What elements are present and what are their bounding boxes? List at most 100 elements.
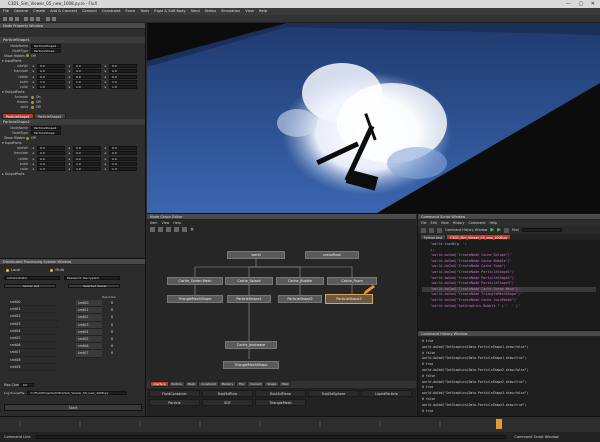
node-sceneroot[interactable]: sceneRoot [305,251,359,259]
value-field-y[interactable]: 1.0 [73,161,101,166]
tool-icon[interactable] [421,227,426,233]
tool-icon[interactable] [158,227,163,232]
server-list-item[interactable]: smt02 [8,313,58,321]
toolbar-icons[interactable] [0,15,300,23]
menu-item[interactable]: Connect [82,8,97,15]
server-list-item[interactable]: smt06 [8,342,58,350]
window-controls[interactable]: — ▢ ✕ [566,0,598,8]
selected-server-item[interactable]: smt06 8 [76,343,136,351]
menu-item[interactable]: Add & Connect [50,8,77,15]
tool-icon[interactable] [166,227,171,232]
script-menu-item[interactable]: File [421,220,427,226]
server-list-header[interactable]: Server List [4,284,56,288]
graph-menu-item[interactable]: Item [150,220,158,226]
selected-server-item[interactable]: smt00 8 [76,300,136,308]
palette-tab[interactable]: Memory [218,381,237,387]
palette-node-button[interactable]: fluid3dPlane [255,390,306,397]
menu-item[interactable]: View [245,8,254,15]
value-field-y[interactable]: 0.0 [73,151,101,156]
selected-server-item[interactable]: smt05 8 [76,335,136,344]
value-field-x[interactable]: 0.0 [37,74,65,79]
palette-tab[interactable]: File [236,381,247,387]
value-field-z[interactable]: 0.0 [109,74,137,79]
script-editor[interactable]: 'world.loadArg '; ); 'world.doCmd("Creat… [418,240,600,311]
menu-item[interactable]: Rigid & Soft Body [154,8,185,15]
menu-item[interactable]: File [3,8,9,15]
find-input[interactable] [521,228,562,232]
value-field-x[interactable]: 1.0 [37,84,65,89]
node-world[interactable]: world [227,251,285,259]
menu-item[interactable]: Tools [140,8,149,15]
node2-output-ports-header[interactable]: ▸ OutputPorts [0,172,145,177]
run-icon[interactable]: ▶ [490,227,494,233]
selected-server-header[interactable]: Selected Server [68,284,120,288]
tab-particleshape2[interactable]: ParticleShape2 [33,113,66,120]
simulation-render[interactable] [147,23,600,213]
value-field-z[interactable]: 0.0 [109,146,137,151]
multi-radio[interactable]: Multi [50,268,64,272]
value-field-x[interactable]: 0.0 [37,64,65,69]
server-list-item[interactable]: smt05 [8,335,58,343]
value-field-x[interactable]: 0.0 [37,146,65,151]
admin-field[interactable]: administrator [4,276,60,280]
selected-server-item[interactable]: smt07 8 [76,350,136,358]
palette-node-button[interactable]: TriangleMesh [255,399,306,406]
toggle-icon[interactable] [31,95,34,99]
script-menu-item[interactable]: Edit [431,220,437,226]
menu-item[interactable]: Help [259,8,267,15]
tool-icon[interactable] [174,227,179,232]
server-list-item[interactable]: smt04 [8,328,58,335]
palette-tab[interactable]: Misc [279,381,292,387]
local-radio[interactable]: Local [6,268,20,272]
value-field-y[interactable]: 1.0 [73,84,101,89]
menu-item[interactable]: Status [205,8,216,15]
node-name-field[interactable]: ParticleShape1 [31,43,61,48]
selected-server-item[interactable]: smt03 8 [76,321,136,329]
palette-node-button[interactable]: SDF [202,399,253,406]
server-list-item[interactable]: smt09 [8,364,58,371]
palette-tab[interactable]: Mesh [184,381,199,387]
node-trianglemeshshape[interactable]: TriangleMeshShape [167,295,223,303]
value-field-z[interactable]: 0.0 [109,64,137,69]
server-list-item[interactable]: smt01 [8,306,58,314]
stop-icon[interactable] [504,227,510,233]
toggle-icon[interactable] [31,100,34,104]
selected-server-item[interactable]: smt01 8 [76,307,136,315]
palette-node-button[interactable]: Particle [149,399,200,406]
graph-menu-item[interactable]: View [162,220,170,226]
node-cache-splash[interactable]: Cache_Splash [225,277,273,285]
palette-tab[interactable]: Shape [264,381,280,387]
menu-item[interactable]: General [14,8,28,15]
value-field-y[interactable]: 0.0 [73,156,101,161]
server-list-item[interactable]: smt08 [8,357,58,364]
value-field-z[interactable]: 0.0 [109,69,137,74]
script-menu-item[interactable]: History [453,220,465,226]
history-toggle[interactable]: Command History Window [445,228,487,232]
value-field-z[interactable]: 1.0 [109,161,137,166]
value-field-z[interactable]: 0.0 [109,156,137,161]
toggle-icon[interactable] [25,136,29,140]
palette-tab[interactable]: Connect [246,381,265,387]
server-list-item[interactable]: smt00 [8,299,58,307]
node-cache-ocean-mesh[interactable]: Cache_Ocean.Mesh [167,277,223,285]
palette-node-button[interactable]: FluidContainer [149,390,200,397]
value-field-x[interactable]: 1.0 [37,166,65,171]
menu-item[interactable]: Simulation [221,8,240,15]
value-field-x[interactable]: 0.0 [37,69,65,74]
tool-icon[interactable] [429,227,434,233]
value-field-z[interactable]: 1.0 [109,84,137,89]
scene-path-field[interactable]: C:/FluX/Projects/C3D1/Sim_Viewer_05_new_… [27,391,128,395]
palette-tab[interactable]: Particle [168,381,185,387]
selected-server-item[interactable]: smt02 8 [76,314,136,322]
menu-item[interactable]: Force [126,8,136,15]
value-field-x[interactable]: 1.0 [37,161,65,166]
run-all-icon[interactable]: ▶ [497,227,501,233]
history-list[interactable]: # true world.doCmd("SetGraphics(Data.Part… [418,337,600,416]
value-field-x[interactable]: 0.0 [37,156,65,161]
node-particleshape1[interactable]: ParticleShape1 [227,295,271,303]
menu-item[interactable]: Send [191,8,200,15]
server-list-item[interactable]: smt03 [8,321,58,328]
value-field-x[interactable]: 1.0 [37,79,65,84]
password-field[interactable]: Password: Decrypted [64,276,120,280]
tool-icon[interactable] [437,227,442,233]
